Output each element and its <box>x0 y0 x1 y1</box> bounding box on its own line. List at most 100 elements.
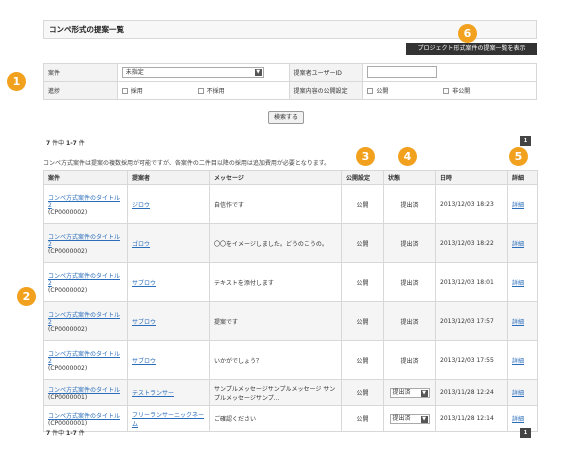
datetime: 2013/11/28 12:14 <box>435 405 508 432</box>
proposer-link[interactable]: ゴロウ <box>132 241 150 248</box>
public-setting: 公開 <box>341 379 384 406</box>
user-id-label: 提案者ユーザーID <box>288 63 364 82</box>
message-text: 自信作です <box>209 184 342 224</box>
progress-rejected-option[interactable]: 不採用 <box>197 86 272 95</box>
public-setting: 公開 <box>341 184 384 224</box>
checkbox[interactable] <box>197 88 204 94</box>
public-setting: 公開 <box>341 301 384 341</box>
chevron-down-icon: ▼ <box>254 69 262 76</box>
checkbox[interactable] <box>367 88 374 94</box>
table-row: コンペ方式案件のタイトル2 (CP0000002) ゴロウ 〇〇をイメージしました。ど… <box>43 223 538 263</box>
column-header: 詳細 <box>507 170 538 185</box>
case-code: (CP0000002) <box>48 208 88 216</box>
status-text: 提出済 <box>400 240 419 248</box>
pagination-page-bottom[interactable]: 1 <box>520 428 531 438</box>
column-header: 提案者 <box>127 170 210 185</box>
message-text: いかがでしょう？ <box>209 340 342 380</box>
callout-badge: 2 <box>17 287 36 306</box>
callout-badge: 5 <box>509 147 528 166</box>
case-title-link[interactable]: コンペ方式案件のタイトル <box>48 413 120 420</box>
proposer-link[interactable]: サブロウ <box>132 358 156 365</box>
datetime: 2013/12/03 17:57 <box>435 301 508 341</box>
public-setting: 公開 <box>341 340 384 380</box>
case-code: (CP0000001) <box>48 393 88 401</box>
private-option[interactable]: 非公開 <box>443 86 517 95</box>
proposer-link[interactable]: ジロウ <box>132 202 150 209</box>
table-header: 案件 提案者 メッセージ 公開設定 状態 日時 詳細 <box>43 170 538 185</box>
table-row: コンペ方式案件のタイトル (CP0000001) フリーランサーニックネーム ご確認く… <box>43 405 538 432</box>
callout-badge: 4 <box>398 147 417 166</box>
callout-badge: 1 <box>7 72 26 91</box>
table-row: コンペ方式案件のタイトル2 (CP0000002) サブロウ テキストを添付します 公開… <box>43 262 538 302</box>
datetime: 2013/11/28 12:24 <box>435 379 508 406</box>
column-header: 日時 <box>435 170 508 185</box>
case-title-link[interactable]: コンペ方式案件のタイトル2 <box>48 351 120 365</box>
proposer-link[interactable]: フリーランサーニックネーム <box>132 412 204 428</box>
result-count-bottom: 7 件中 1-7 件 <box>46 430 85 437</box>
detail-link[interactable]: 詳細 <box>512 358 524 365</box>
checkbox[interactable] <box>443 88 450 94</box>
checkbox[interactable] <box>121 88 128 94</box>
case-title-link[interactable]: コンペ方式案件のタイトル <box>48 387 120 394</box>
case-code: (CP0000002) <box>48 286 88 294</box>
status-select[interactable]: 提出済 ▼ <box>389 413 430 424</box>
detail-link[interactable]: 詳細 <box>512 416 524 423</box>
status-text: 提出済 <box>400 318 419 326</box>
progress-label: 進捗 <box>43 81 118 100</box>
case-select[interactable]: 未指定 ▼ <box>121 67 264 78</box>
status-text: 提出済 <box>400 201 419 209</box>
message-text: サンプルメッセージサンプルメッセージ サンプルメッセージサンプ... <box>209 379 342 406</box>
table-row: コンペ方式案件のタイトル2 (CP0000002) サブロウ 提案です 公開 提出済 201… <box>43 301 538 341</box>
datetime: 2013/12/03 18:23 <box>435 184 508 224</box>
table-row: コンペ方式案件のタイトル2 (CP0000002) ジロウ 自信作です 公開 提出済 201… <box>43 184 538 224</box>
case-code: (CP0000002) <box>48 364 88 372</box>
case-title-link[interactable]: コンペ方式案件のタイトル2 <box>48 234 120 248</box>
proposer-link[interactable]: サブロウ <box>132 280 156 287</box>
case-code: (CP0000002) <box>48 325 88 333</box>
user-id-input[interactable] <box>367 65 438 78</box>
progress-adopted-option[interactable]: 採用 <box>121 86 196 95</box>
proposer-link[interactable]: サブロウ <box>132 319 156 326</box>
case-label: 案件 <box>43 63 118 82</box>
column-header: 状態 <box>383 170 436 185</box>
datetime: 2013/12/03 18:01 <box>435 262 508 302</box>
datetime: 2013/12/03 17:55 <box>435 340 508 380</box>
message-text: ご確認ください <box>209 405 342 432</box>
detail-link[interactable]: 詳細 <box>512 241 524 248</box>
callout-badge: 3 <box>356 147 375 166</box>
detail-link[interactable]: 詳細 <box>512 280 524 287</box>
column-header: 公開設定 <box>341 170 384 185</box>
filter-form: 案件 未指定 ▼ 提案者ユーザーID 進捗 採用 不採用 提案内容の公開設定 公… <box>43 63 537 100</box>
column-header: 案件 <box>43 170 128 185</box>
datetime: 2013/12/03 18:22 <box>435 223 508 263</box>
detail-link[interactable]: 詳細 <box>512 202 524 209</box>
case-title-link[interactable]: コンペ方式案件のタイトル2 <box>48 312 120 326</box>
case-title-link[interactable]: コンペ方式案件のタイトル2 <box>48 195 120 209</box>
proposal-table: 案件 提案者 メッセージ 公開設定 状態 日時 詳細 コンペ方式案件のタイトル2… <box>43 170 538 432</box>
callout-badge: 6 <box>458 24 477 43</box>
search-button[interactable]: 検索する <box>268 111 304 124</box>
message-text: 〇〇をイメージしました。どうのこうの。 <box>209 223 342 263</box>
detail-link[interactable]: 詳細 <box>512 319 524 326</box>
public-setting: 公開 <box>341 223 384 263</box>
public-setting-label: 提案内容の公開設定 <box>288 81 364 100</box>
show-project-proposals-button[interactable]: プロジェクト形式案件の提案一覧を表示 <box>406 43 537 55</box>
detail-link[interactable]: 詳細 <box>512 390 524 397</box>
proposer-link[interactable]: テストランサー <box>132 390 174 397</box>
status-select[interactable]: 提出済 ▼ <box>389 387 430 398</box>
case-code: (CP0000002) <box>48 247 88 255</box>
status-text: 提出済 <box>400 357 419 365</box>
message-text: テキストを添付します <box>209 262 342 302</box>
case-title-link[interactable]: コンペ方式案件のタイトル2 <box>48 273 120 287</box>
status-text: 提出済 <box>400 279 419 287</box>
table-row: コンペ方式案件のタイトル (CP0000001) テストランサー サンプルメッセージサ… <box>43 379 538 406</box>
case-select-value: 未指定 <box>125 69 144 76</box>
column-header: メッセージ <box>209 170 342 185</box>
pagination-page-top[interactable]: 1 <box>520 136 531 146</box>
chevron-down-icon: ▼ <box>420 415 428 423</box>
public-setting: 公開 <box>341 262 384 302</box>
public-setting: 公開 <box>341 405 384 432</box>
message-text: 提案です <box>209 301 342 341</box>
public-option[interactable]: 公開 <box>367 86 441 95</box>
result-count-top: 7 件中 1-7 件 <box>46 140 85 147</box>
